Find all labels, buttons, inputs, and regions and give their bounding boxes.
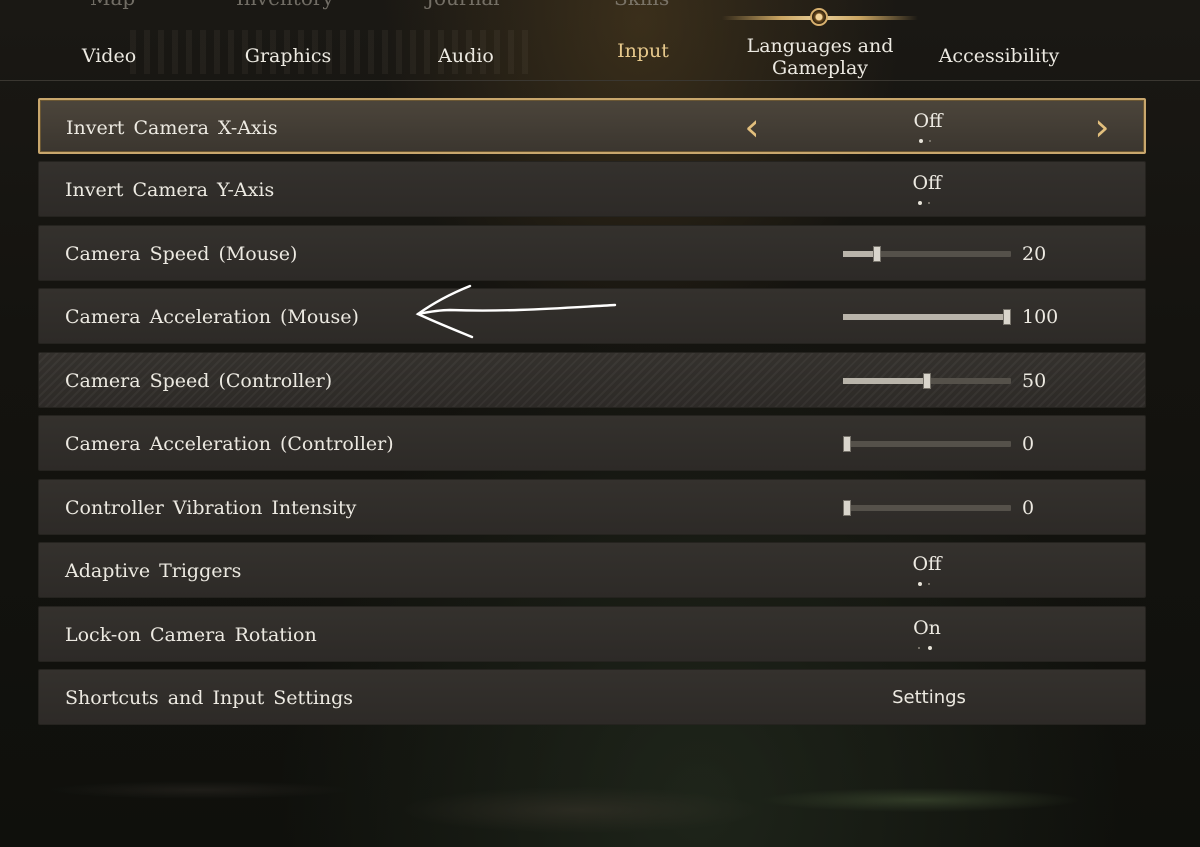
setting-row[interactable]: Shortcuts and Input Settings Settings xyxy=(38,669,1146,725)
setting-label: Lock-on Camera Rotation xyxy=(65,624,317,646)
slider-fill xyxy=(843,314,1011,320)
slider-track[interactable] xyxy=(843,246,1011,262)
setting-row[interactable]: Lock-on Camera Rotation On xyxy=(38,606,1146,662)
slider-track[interactable] xyxy=(843,309,1011,325)
setting-row[interactable]: Adaptive Triggers Off xyxy=(38,542,1146,598)
setting-label: Camera Speed (Controller) xyxy=(65,370,333,392)
option-indicator xyxy=(918,646,938,652)
slider-value: 100 xyxy=(1022,306,1059,328)
slider-handle[interactable] xyxy=(1003,309,1011,325)
slider-fill xyxy=(843,251,877,257)
toggle-value: Off xyxy=(912,172,942,194)
slider-fill xyxy=(843,378,927,384)
setting-row[interactable]: Camera Speed (Mouse) 20 xyxy=(38,225,1146,281)
toggle-value: Off xyxy=(912,553,942,575)
option-indicator xyxy=(918,201,938,207)
toggle-value: On xyxy=(913,617,941,639)
chevron-left-icon[interactable]: ‹ xyxy=(736,108,768,146)
tab-languages-and-gameplay[interactable]: Languages and Gameplay xyxy=(740,35,900,79)
slider-handle[interactable] xyxy=(843,500,851,516)
settings-tab-bar: Video Graphics Audio Input Languages and… xyxy=(0,0,1200,81)
setting-label: Controller Vibration Intensity xyxy=(65,497,357,519)
setting-row[interactable]: Camera Speed (Controller) 50 xyxy=(38,352,1146,408)
chevron-right-icon[interactable]: › xyxy=(1086,108,1118,146)
setting-label: Camera Acceleration (Controller) xyxy=(65,433,394,455)
option-dot xyxy=(928,583,930,585)
setting-row[interactable]: Invert Camera Y-Axis Off xyxy=(38,161,1146,217)
slider-handle[interactable] xyxy=(872,246,881,262)
option-dot xyxy=(918,647,920,649)
option-dot xyxy=(928,202,930,204)
tab-graphics[interactable]: Graphics xyxy=(236,45,340,67)
open-settings-button[interactable]: Settings xyxy=(879,670,979,726)
slider-track[interactable] xyxy=(843,500,1011,516)
option-dot xyxy=(919,139,923,143)
slider-value: 20 xyxy=(1022,243,1047,265)
setting-row[interactable]: Controller Vibration Intensity 0 xyxy=(38,479,1146,535)
background-forest xyxy=(0,730,1200,847)
setting-label: Camera Acceleration (Mouse) xyxy=(65,306,359,328)
option-indicator xyxy=(918,582,938,588)
slider-value: 0 xyxy=(1022,433,1035,455)
slider-track[interactable] xyxy=(843,436,1011,452)
tab-audio[interactable]: Audio xyxy=(432,45,500,67)
tab-video[interactable]: Video xyxy=(72,45,146,67)
setting-label: Invert Camera Y-Axis xyxy=(65,179,275,201)
setting-label: Shortcuts and Input Settings xyxy=(65,687,354,709)
toggle-value: Off xyxy=(913,110,943,132)
hand-drawn-arrow-icon xyxy=(415,284,617,339)
slider-value: 0 xyxy=(1022,497,1035,519)
setting-label: Camera Speed (Mouse) xyxy=(65,243,298,265)
setting-row[interactable]: Camera Acceleration (Controller) 0 xyxy=(38,415,1146,471)
slider-track[interactable] xyxy=(843,373,1011,389)
option-dot xyxy=(929,140,931,142)
active-tab-emblem-icon xyxy=(810,8,828,26)
slider-value: 50 xyxy=(1022,370,1047,392)
slider-handle[interactable] xyxy=(843,436,851,452)
slider-handle[interactable] xyxy=(923,373,931,389)
setting-label: Invert Camera X-Axis xyxy=(66,117,278,139)
setting-row[interactable]: Invert Camera X-Axis ‹ › Off xyxy=(38,98,1146,154)
option-dot xyxy=(918,582,922,586)
tab-input[interactable]: Input xyxy=(608,40,678,62)
option-dot xyxy=(928,646,932,650)
tab-accessibility[interactable]: Accessibility xyxy=(932,45,1066,67)
option-indicator xyxy=(919,139,939,145)
option-dot xyxy=(918,201,922,205)
setting-label: Adaptive Triggers xyxy=(65,560,242,582)
